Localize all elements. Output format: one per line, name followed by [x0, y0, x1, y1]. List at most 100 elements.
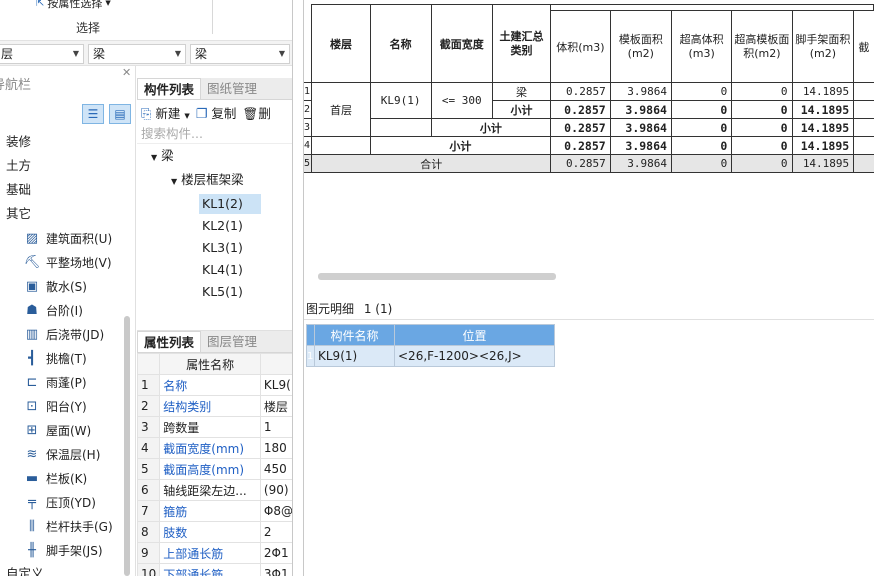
new-button[interactable]: ⎘ 新建 ▼ — [141, 103, 190, 122]
report-horizontal-scrollbar[interactable] — [318, 273, 556, 280]
row-number: 3 — [304, 118, 313, 137]
property-row[interactable]: 4 截面宽度(mm) 180 — [137, 437, 292, 459]
property-row[interactable]: 6 轴线距梁左边... (90) — [137, 479, 292, 501]
tree-node-beam[interactable]: ▼ 梁 — [137, 144, 292, 168]
property-row[interactable]: 7 箍筋 Φ8@ — [137, 500, 292, 522]
nav-item[interactable]: ⊡ 阳台(Y) — [0, 394, 124, 418]
nav-category-custom[interactable]: 自定义 — [0, 562, 124, 576]
detail-view-button[interactable]: ▤ — [109, 104, 131, 124]
col-high-volume-header: 超高体积(m3) — [670, 10, 733, 83]
collapse-icon[interactable]: ▼ — [171, 177, 177, 186]
tab-component-list[interactable]: 构件列表 — [137, 78, 202, 99]
collapse-icon[interactable]: ▼ — [151, 153, 157, 162]
cell-high-formwork: 0 — [731, 136, 793, 155]
component-search-input[interactable]: 搜索构件... — [137, 124, 292, 144]
property-name: 轴线距梁左边... — [159, 479, 261, 501]
row-number: 5 — [304, 154, 313, 173]
pane-splitter[interactable] — [292, 0, 304, 576]
cell-high-formwork: 0 — [731, 118, 793, 137]
nav-item[interactable]: ╤ 压顶(YD) — [0, 490, 124, 514]
report-row-4[interactable]: 4 小计 0.2857 3.9864 0 0 14.1895 — [304, 136, 874, 155]
tree-leaf[interactable]: KL1(2) — [199, 194, 261, 214]
filter-bar: 层 ▼ 梁 ▼ 梁 ▼ — [0, 40, 292, 66]
nav-item[interactable]: ╫ 脚手架(JS) — [0, 538, 124, 562]
property-row[interactable]: 5 截面高度(mm) 450 — [137, 458, 292, 480]
element-detail-title: 图元明细 — [306, 302, 355, 316]
nav-item[interactable]: ▣ 散水(S) — [0, 274, 124, 298]
floor-select[interactable]: 层 ▼ — [0, 44, 84, 64]
nav-category-other[interactable]: 其它 — [0, 202, 124, 226]
element-type-value: 梁 — [93, 47, 106, 61]
property-row[interactable]: 2 结构类别 楼层 — [137, 395, 292, 417]
select-by-attribute-button[interactable]: ⇱ 按属性选择 ▼ — [36, 0, 111, 10]
nav-header: 导航栏 ✕ — [0, 66, 135, 98]
nav-title: 导航栏 — [0, 78, 32, 93]
nav-item-label: 后浇带(JD) — [46, 327, 105, 342]
tab-drawing-management[interactable]: 图纸管理 — [201, 78, 263, 99]
delete-button[interactable]: 🗑删 — [242, 103, 270, 122]
coping-icon: ╤ — [28, 494, 36, 510]
chevron-down-icon: ▼ — [105, 0, 111, 7]
cell-name-empty — [369, 118, 432, 137]
tree-leaf[interactable]: KL3(1) — [199, 238, 261, 258]
property-row[interactable]: 10 下部通长筋 3Φ1 — [137, 563, 292, 576]
property-header-corner — [137, 353, 161, 375]
element-detail-count: 1 (1) — [363, 302, 393, 316]
cell-high-formwork: 0 — [731, 82, 793, 101]
nav-item[interactable]: ⊞ 屋面(W) — [0, 418, 124, 442]
property-value: 2 — [259, 521, 292, 543]
nav-item[interactable]: ⛏ 平整场地(V) — [0, 250, 124, 274]
nav-item[interactable]: ▨ 建筑面积(U) — [0, 226, 124, 250]
report-row-1[interactable]: 1 首层 KL9(1) <= 300 梁 0.2857 3.9864 0 0 1… — [304, 82, 874, 137]
property-row[interactable]: 1 名称 KL9( — [137, 374, 292, 396]
close-icon[interactable]: ✕ — [122, 66, 131, 79]
report-row-3[interactable]: 3 小计 0.2857 3.9864 0 0 14.1895 — [304, 118, 874, 137]
nav-item-label: 平整场地(V) — [46, 255, 112, 270]
ribbon-select-group: ⇱ 按属性选择 ▼ 选择 — [0, 0, 292, 40]
delete-button-label: 删 — [258, 105, 271, 121]
report-total-row[interactable]: 5 合计 0.2857 3.9864 0 0 14.1895 — [304, 154, 874, 173]
property-name: 结构类别 — [159, 395, 261, 417]
nav-item[interactable]: ⫼ 栏杆扶手(G) — [0, 514, 124, 538]
property-value: 1 — [259, 416, 292, 438]
nav-item[interactable]: ▥ 后浇带(JD) — [0, 322, 124, 346]
element-subtype-select[interactable]: 梁 ▼ — [190, 44, 290, 64]
nav-item[interactable]: ☗ 台阶(I) — [0, 298, 124, 322]
property-row[interactable]: 8 肢数 2 — [137, 521, 292, 543]
tree-node-frame-beam[interactable]: ▼ 楼层框架梁 — [137, 168, 292, 192]
nav-item[interactable]: ▬ 栏板(K) — [0, 466, 124, 490]
detail-row-number: 1 — [306, 345, 315, 367]
quantity-report: 楼层 名称 截面宽度 土建汇总类别 体积(m3) 模板面积(m2) 超高体积(m… — [304, 0, 874, 290]
new-button-label: 新建 — [155, 105, 181, 121]
property-row[interactable]: 3 跨数量 1 — [137, 416, 292, 438]
new-doc-icon: ⎘ — [141, 106, 152, 122]
element-subtype-value: 梁 — [195, 47, 208, 61]
tree-leaf[interactable]: KL4(1) — [199, 260, 261, 280]
tree-leaf[interactable]: KL5(1) — [199, 282, 261, 302]
nav-scrollbar[interactable] — [124, 316, 130, 576]
cell-cut — [853, 136, 874, 155]
cell-volume: 0.2857 — [550, 136, 611, 155]
nav-category-earthwork[interactable]: 土方 — [0, 154, 124, 178]
nav-item[interactable]: ⊏ 雨蓬(P) — [0, 370, 124, 394]
nav-item-label: 栏板(K) — [46, 471, 88, 486]
nav-category-decoration[interactable]: 装修 — [0, 130, 124, 154]
copy-button[interactable]: ❐ 复制 — [196, 103, 237, 122]
nav-item[interactable]: ≋ 保温层(H) — [0, 442, 124, 466]
nav-item-label: 挑檐(T) — [46, 351, 87, 366]
property-row[interactable]: 9 上部通长筋 2Φ1 — [137, 542, 292, 564]
tree-leaf[interactable]: KL2(1) — [199, 216, 261, 236]
nav-item[interactable]: ┫ 挑檐(T) — [0, 346, 124, 370]
element-type-select[interactable]: 梁 ▼ — [88, 44, 186, 64]
property-row-number: 7 — [137, 500, 161, 522]
cell-formwork: 3.9864 — [609, 118, 672, 137]
tab-layer-management[interactable]: 图层管理 — [201, 331, 263, 352]
property-row-number: 8 — [137, 521, 161, 543]
property-name: 跨数量 — [159, 416, 261, 438]
detail-row[interactable]: 1 KL9(1) <26,F-1200><26,J> — [306, 345, 555, 367]
nav-category-foundation[interactable]: 基础 — [0, 178, 124, 202]
list-view-button[interactable]: ☰ — [82, 104, 104, 124]
tab-property-list[interactable]: 属性列表 — [137, 331, 202, 352]
post-cast-strip-icon: ▥ — [25, 326, 39, 342]
nav-item-label: 脚手架(JS) — [46, 543, 103, 558]
